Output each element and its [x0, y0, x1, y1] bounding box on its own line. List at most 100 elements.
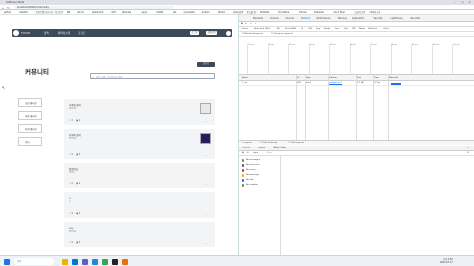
- devtools-tab-security[interactable]: Security: [374, 15, 383, 22]
- post-stats: ♡ 0 ▣ 0: [69, 241, 80, 244]
- network-status-bar: 1 requests 1.2 kB transferred 1.2 kB resou…: [239, 140, 474, 145]
- console-filter-label: No messages: [246, 159, 260, 161]
- network-timeline: 10 ms 20 ms 30 ms 40 ms 50 ms 60 ms 70 ms 80 ms…: [239, 43, 474, 75]
- like-count: 0: [71, 241, 74, 244]
- site-navbar: 안녕하세요 정책 패키지소개 조가로 로그인 회원가입: [12, 29, 232, 37]
- timeline-tick: 60 ms: [350, 44, 357, 46]
- console-level-icon: [242, 184, 245, 187]
- browser-tab-title[interactable]: Anthony-Chat: [6, 1, 24, 4]
- post-author: 정한빈: [69, 172, 75, 174]
- post-stats: ♡ 0 ▣ 0: [69, 119, 80, 122]
- post-card[interactable]: ㅇㅇ ♡ 0 ▣ 0 ⋯: [64, 192, 215, 218]
- nav-item-packages[interactable]: 패키지소개: [58, 31, 70, 35]
- devtools-tab-network[interactable]: Network: [301, 15, 310, 22]
- write-post-button[interactable]: 글쓰기: [197, 62, 215, 67]
- search-placeholder: 제목, 내용, 글 작성자로 검색: [96, 76, 123, 80]
- console-level-icon: [242, 179, 245, 182]
- timeline-tick: 10 ms: [248, 44, 254, 46]
- waterfall-bar: [391, 82, 401, 85]
- url-input[interactable]: localhost:5000/community: [14, 6, 174, 9]
- console-settings-icon[interactable]: ⚙: [467, 151, 469, 156]
- network-row[interactable]: ?_rsc 200 fetch webpack.js:1 1.2 kB 17 ms: [239, 81, 474, 86]
- clock-date: 2023-07-17: [440, 261, 453, 265]
- signup-button[interactable]: 회원가입: [206, 30, 218, 36]
- post-card[interactable]: 정한빈님 정한빈 ♡ 0 ▣ 0 ⋯: [64, 163, 215, 188]
- comment-count: 0: [78, 241, 81, 244]
- console-filter-item[interactable]: No info: [242, 179, 254, 182]
- category-resources[interactable]: 자료게시판: [18, 124, 42, 133]
- console-level-icon: [242, 174, 245, 177]
- network-cell-size: 1.2 kB: [357, 82, 364, 84]
- console-level-icon: [242, 159, 245, 162]
- console-sidebar: No messages No user mes... No errors No war…: [239, 156, 281, 266]
- more-options-icon[interactable]: ⋯: [204, 153, 207, 157]
- timeline-tick: 50 ms: [330, 44, 336, 46]
- timeline-tick: 80 ms: [391, 44, 398, 46]
- devtools-tab-elements[interactable]: Elements: [253, 15, 263, 22]
- post-author: 정한빈님: [69, 108, 77, 110]
- edge-icon[interactable]: [72, 258, 78, 265]
- teams-icon[interactable]: [82, 258, 88, 265]
- windows-start-icon[interactable]: [4, 258, 10, 265]
- back-icon[interactable]: ←: [2, 6, 5, 10]
- like-count: 0: [71, 153, 74, 156]
- console-filter-item[interactable]: No user mes...: [242, 164, 261, 167]
- third-party-label: 3rd-party requests: [273, 33, 293, 35]
- devtools-tab-performance[interactable]: Performance: [317, 15, 331, 22]
- more-options-icon[interactable]: ⋯: [204, 241, 207, 245]
- terminal-icon[interactable]: [112, 258, 118, 265]
- devtools-tab-application[interactable]: Application: [352, 15, 364, 22]
- login-button[interactable]: 로그인: [190, 30, 200, 36]
- file-explorer-icon[interactable]: [62, 258, 68, 265]
- chrome-icon[interactable]: [102, 258, 108, 265]
- timeline-tick: 70 ms: [371, 44, 377, 46]
- more-options-icon[interactable]: ⋯: [204, 119, 207, 123]
- post-card[interactable]: 가족의 정서 정한빈님 ♡ 0 ▣ 0 ⋯: [64, 129, 215, 159]
- search-icon: ⌕: [92, 75, 94, 80]
- site-logo[interactable]: [13, 30, 19, 36]
- devtools-panel: Elements Console Sources Network Performance…: [238, 15, 474, 266]
- more-options-icon[interactable]: ⋯: [204, 182, 207, 186]
- blocked-requests-checkbox[interactable]: ☐ Blocked Requests: [242, 32, 263, 37]
- devtools-tab-memory[interactable]: Memory: [338, 15, 347, 22]
- comment-count: 0: [78, 153, 81, 156]
- console-level-icon: [242, 169, 245, 172]
- console-filter-item[interactable]: No errors: [242, 169, 256, 172]
- category-etc[interactable]: 기타: [18, 137, 42, 146]
- post-card[interactable]: 가족의 정서 정한빈님 ♡ 0 ▣ 0 ⋯: [64, 99, 215, 125]
- taskbar-search[interactable]: 검색: [14, 258, 54, 265]
- category-free[interactable]: 자유게시판: [18, 111, 42, 120]
- post-stats: ♡ 0 ▣ 0: [69, 182, 80, 185]
- nav-item-other[interactable]: 조가로: [78, 31, 85, 35]
- console-filter-item[interactable]: No messages: [242, 159, 260, 162]
- devtools-tab-lighthouse[interactable]: Lighthouse: [391, 15, 403, 22]
- network-cell-name: ?_rsc: [242, 82, 248, 84]
- vscode-icon[interactable]: [92, 258, 98, 265]
- profile-icon[interactable]: [226, 30, 231, 36]
- like-count: 0: [71, 119, 74, 122]
- post-stats: ♡ 0 ▣ 0: [69, 153, 80, 156]
- third-party-checkbox[interactable]: ☐ 3rd-party requests: [271, 32, 293, 37]
- comment-count: 0: [78, 119, 81, 122]
- taskbar: 검색 오후 2:50 2023-07-17: [0, 255, 474, 266]
- web-page: 안녕하세요 정책 패키지소개 조가로 로그인 회원가입 커뮤니티 글쓰기 ⌕ 제…: [0, 15, 238, 255]
- post-thumbnail: [200, 103, 211, 114]
- search-input[interactable]: ⌕ 제목, 내용, 글 작성자로 검색: [90, 73, 215, 79]
- refresh-icon[interactable]: ↻: [7, 6, 10, 10]
- console-filter-label: No errors: [246, 169, 256, 171]
- post-card[interactable]: ㅂㅂ 정한빈님 ♡ 0 ▣ 0 ⋯: [64, 222, 215, 247]
- blocked-requests-label: Blocked Requests: [244, 33, 263, 35]
- devtools-tab-recorder[interactable]: Recorder: [411, 15, 421, 22]
- category-beginner[interactable]: 초급게시판: [18, 98, 42, 107]
- network-checkbox-row: ☐ Blocked Requests ☐ 3rd-party requests: [239, 32, 474, 37]
- devtools-tab-console[interactable]: Console: [270, 15, 279, 22]
- more-options-icon[interactable]: ⋯: [204, 212, 207, 216]
- nav-item-policy[interactable]: 정책: [44, 31, 49, 35]
- app-icon[interactable]: [122, 258, 128, 265]
- console-filter-label: No info: [246, 179, 254, 181]
- devtools-tab-sources[interactable]: Sources: [286, 15, 295, 22]
- console-filter-item[interactable]: No warnings: [242, 174, 259, 177]
- console-filter-item[interactable]: No verbose: [242, 184, 258, 187]
- network-cell-initiator[interactable]: webpack.js:1: [329, 81, 342, 86]
- network-cell-status: 200: [297, 82, 301, 84]
